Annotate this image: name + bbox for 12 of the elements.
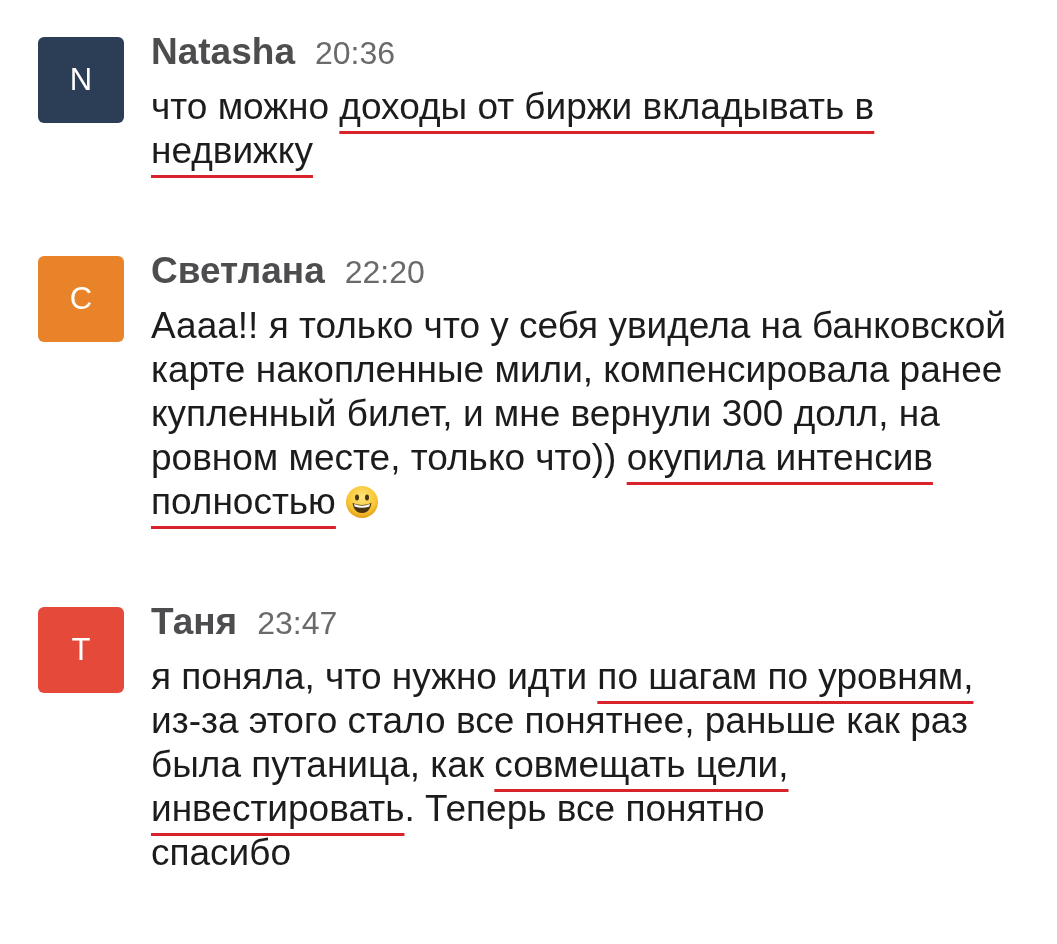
avatar: N [38,37,124,123]
message-time: 22:20 [344,253,425,292]
message-time: 20:36 [314,34,396,73]
avatar: С [38,256,124,342]
message-text: я поняла, что нужно идти по шагам по уровням, из-за этого стало все понятнее, раньше как раз была путаница, как совмещать цели, инвестировать. Теперь все понятно спасибо [151,656,974,875]
author-name: Светлана [151,250,325,292]
message-text: что можно доходы от биржи вкладывать в недвижку [151,86,875,173]
author-name: Таня [151,601,238,643]
avatar: Т [38,607,124,693]
author-name: Natasha [151,31,295,73]
message-time: 23:47 [257,604,338,643]
message-text: Аааа!! я только что у себя увидела на банковской карте накопленные мили, компенсировала ранее купленный билет, и мне вернули 300 долл, на ровном месте, только что)) окупила интенсив полностью [151,305,1007,524]
